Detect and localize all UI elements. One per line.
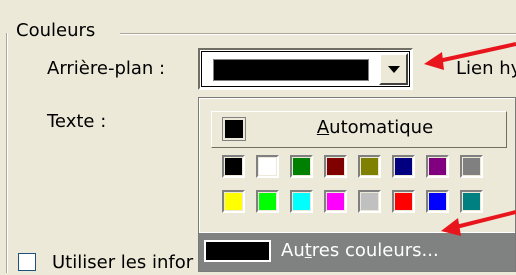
color-swatch-fill [361,158,378,175]
color-swatch-fill [327,193,344,210]
color-dropdown-panel: Automatique Autres couleurs... [198,97,516,272]
color-swatch-2[interactable] [256,155,279,178]
color-swatch-15[interactable] [426,190,449,213]
automatic-color-label: Automatique [316,117,434,138]
color-swatch-fill [327,158,344,175]
color-swatch-fill [259,193,276,210]
color-swatch-7[interactable] [426,155,449,178]
more-colors-label: Autres couleurs... [281,240,439,261]
more-colors-button[interactable]: Autres couleurs... [199,232,515,271]
color-swatch-8[interactable] [460,155,483,178]
color-swatch-6[interactable] [392,155,415,178]
background-dropdown-button[interactable] [379,53,408,85]
background-label: Arrière-plan : [47,58,166,79]
color-swatch-fill [463,158,480,175]
groupbox-top-highlight [120,34,516,35]
color-swatch-fill [293,193,310,210]
color-swatch-13[interactable] [358,190,381,213]
automatic-color-button[interactable]: Automatique [211,111,507,148]
text-label: Texte : [47,111,107,132]
background-color-swatch [213,59,369,81]
color-swatch-14[interactable] [392,190,415,213]
chevron-down-icon [387,65,400,73]
color-swatch-fill [463,193,480,210]
color-swatch-9[interactable] [222,190,245,213]
groupbox-title: Couleurs [12,20,100,42]
color-swatch-5[interactable] [358,155,381,178]
color-swatch-4[interactable] [324,155,347,178]
color-swatch-fill [225,158,242,175]
color-swatch-16[interactable] [460,190,483,213]
color-swatch-fill [429,193,446,210]
color-palette-grid [222,155,483,213]
color-swatch-fill [293,158,310,175]
more-colors-swatch [204,240,271,262]
color-swatch-fill [395,158,412,175]
use-info-checkbox[interactable] [18,253,36,271]
color-swatch-fill [225,193,242,210]
color-swatch-12[interactable] [324,190,347,213]
color-swatch-fill [259,158,276,175]
color-swatch-1[interactable] [222,155,245,178]
color-swatch-fill [395,193,412,210]
color-swatch-10[interactable] [256,190,279,213]
color-swatch-fill [361,193,378,210]
color-swatch-3[interactable] [290,155,313,178]
color-swatch-fill [429,158,446,175]
color-swatch-11[interactable] [290,190,313,213]
use-info-label: Utiliser les infor [52,252,194,273]
groupbox-left-highlight [7,33,8,273]
background-color-combo[interactable] [198,48,413,90]
hyperlink-label: Lien hy [456,58,516,79]
